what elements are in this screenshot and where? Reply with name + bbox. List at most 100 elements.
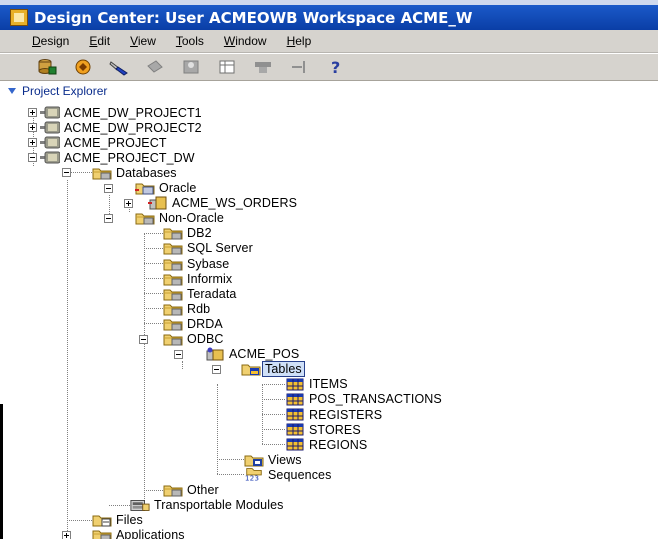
project-acme-project[interactable]: ACME_PROJECT [40, 135, 167, 150]
folder-icon [163, 332, 183, 347]
project-icon [40, 150, 60, 165]
folder-non-oracle[interactable]: Non-Oracle [135, 211, 224, 226]
table-registers[interactable]: REGISTERS [285, 407, 382, 422]
folder-icon [163, 256, 183, 271]
project-acme-project-dw[interactable]: ACME_PROJECT_DW [40, 150, 195, 165]
module-acme-ws-orders[interactable]: ACME_WS_ORDERS [148, 196, 297, 211]
tree-guide-line [144, 323, 163, 325]
window-title: Design Center: User ACMEOWB Workspace AC… [34, 8, 473, 27]
folder-icon [163, 241, 183, 256]
module-acme-pos[interactable]: ACME_POS [205, 347, 299, 362]
expand-toggle-icon[interactable] [62, 530, 71, 539]
menu-tools[interactable]: Tools [166, 34, 214, 48]
project-explorer-title: Project Explorer [22, 83, 108, 98]
collapse-toggle-icon[interactable] [104, 213, 113, 223]
views-icon [244, 452, 264, 467]
expand-toggle-icon[interactable] [28, 138, 37, 148]
tree-node-label: STORES [309, 422, 361, 437]
folder-sequences[interactable]: 123 Sequences [244, 467, 331, 483]
collapse-toggle-icon[interactable] [212, 364, 221, 374]
folder-views[interactable]: Views [244, 452, 302, 467]
folder-odbc[interactable]: ODBC [163, 332, 224, 347]
menu-view[interactable]: View [120, 34, 166, 48]
menu-design[interactable]: Design [22, 34, 79, 48]
grid-icon[interactable] [216, 56, 238, 78]
project-tree: ACME_DW_PROJECT1 ACME_DW_PROJECT2 ACME_PRO… [0, 98, 658, 539]
tree-node-label: REGISTERS [309, 407, 383, 422]
project-acme-dw-project2[interactable]: ACME_DW_PROJECT2 [40, 120, 202, 135]
tree-guide-line [262, 398, 285, 400]
collapse-toggle-icon[interactable] [139, 334, 148, 344]
tree-guide-line [109, 504, 130, 506]
tree-node-label: ACME_DW_PROJECT2 [64, 120, 202, 135]
project-explorer-header[interactable]: Project Explorer [0, 83, 658, 98]
folder-other[interactable]: Other [163, 483, 219, 498]
expand-toggle-icon[interactable] [28, 108, 37, 117]
folder-tables[interactable]: Tables [241, 361, 305, 378]
menu-help[interactable]: Help [277, 34, 322, 48]
tree-guide-line [217, 474, 244, 476]
tree-guide-line [33, 112, 34, 158]
tree-guide-line [144, 278, 163, 280]
folder-applications[interactable]: Applications [92, 528, 185, 539]
folder-teradata[interactable]: Teradata [163, 286, 236, 301]
tree-guide-line [217, 459, 244, 461]
folder-oracle[interactable]: Oracle [135, 181, 196, 196]
folder-icon [163, 271, 183, 286]
folder-rdb[interactable]: Rdb [163, 301, 210, 316]
expand-toggle-icon[interactable] [124, 198, 133, 208]
expand-toggle-icon[interactable] [28, 123, 37, 133]
tree-node-label: Non-Oracle [159, 211, 224, 226]
folder-sybase[interactable]: Sybase [163, 256, 229, 271]
tree-guide-line [144, 232, 145, 505]
tree-node-label: ACME_PROJECT_DW [64, 150, 195, 165]
module-icon [148, 196, 168, 211]
folder-icon [163, 316, 183, 331]
folder-icon [163, 226, 183, 241]
tree-node-label: Transportable Modules [154, 498, 284, 513]
table-icon [285, 407, 305, 422]
collapse-toggle-icon[interactable] [174, 349, 183, 359]
oracle-icon [135, 181, 155, 196]
menu-window[interactable]: Window [214, 34, 277, 48]
folder-drda[interactable]: DRDA [163, 316, 223, 331]
svg-text:123: 123 [245, 474, 259, 483]
odbcmod-icon [205, 347, 225, 362]
table-pos-transactions[interactable]: POS_TRANSACTIONS [285, 392, 442, 407]
project-icon [40, 105, 60, 120]
split-icon[interactable] [288, 56, 310, 78]
folder-sql-server[interactable]: SQL Server [163, 241, 253, 256]
link-icon[interactable] [144, 56, 166, 78]
tree-guide-line [67, 519, 92, 521]
collapse-toggle-icon[interactable] [28, 153, 37, 163]
help-icon[interactable]: ? [324, 56, 346, 78]
folder-files[interactable]: Files [92, 513, 143, 528]
folder-transportable-modules[interactable]: Transportable Modules [130, 498, 283, 513]
collapse-toggle-icon[interactable] [62, 168, 71, 178]
folder-db2[interactable]: DB2 [163, 226, 212, 241]
window-edge [0, 404, 3, 539]
tree-guide-line [144, 308, 163, 310]
transport-icon [130, 498, 150, 513]
table-icon[interactable] [252, 56, 274, 78]
tree-guide-line [262, 429, 285, 431]
svg-text:?: ? [331, 58, 340, 76]
collapse-triangle-icon[interactable] [8, 87, 16, 94]
folder-databases[interactable]: Databases [92, 165, 177, 180]
menu-edit[interactable]: Edit [79, 34, 120, 48]
project-acme-dw-project1[interactable]: ACME_DW_PROJECT1 [40, 105, 202, 120]
collapse-toggle-icon[interactable] [104, 183, 113, 193]
tree-guide-line [67, 179, 68, 535]
menu-bar: Design Edit View Tools Window Help [0, 30, 658, 53]
folder-icon [92, 528, 112, 539]
folder-icon [163, 301, 183, 316]
deploy-icon[interactable] [72, 56, 94, 78]
folder-informix[interactable]: Informix [163, 271, 232, 286]
table-regions[interactable]: REGIONS [285, 437, 367, 452]
flashlight-icon[interactable] [108, 56, 130, 78]
properties-icon[interactable] [180, 56, 202, 78]
table-stores[interactable]: STORES [285, 422, 361, 437]
database-add-icon[interactable] [36, 56, 58, 78]
table-items[interactable]: ITEMS [285, 377, 348, 392]
tree-node-label: ACME_PROJECT [64, 135, 167, 150]
